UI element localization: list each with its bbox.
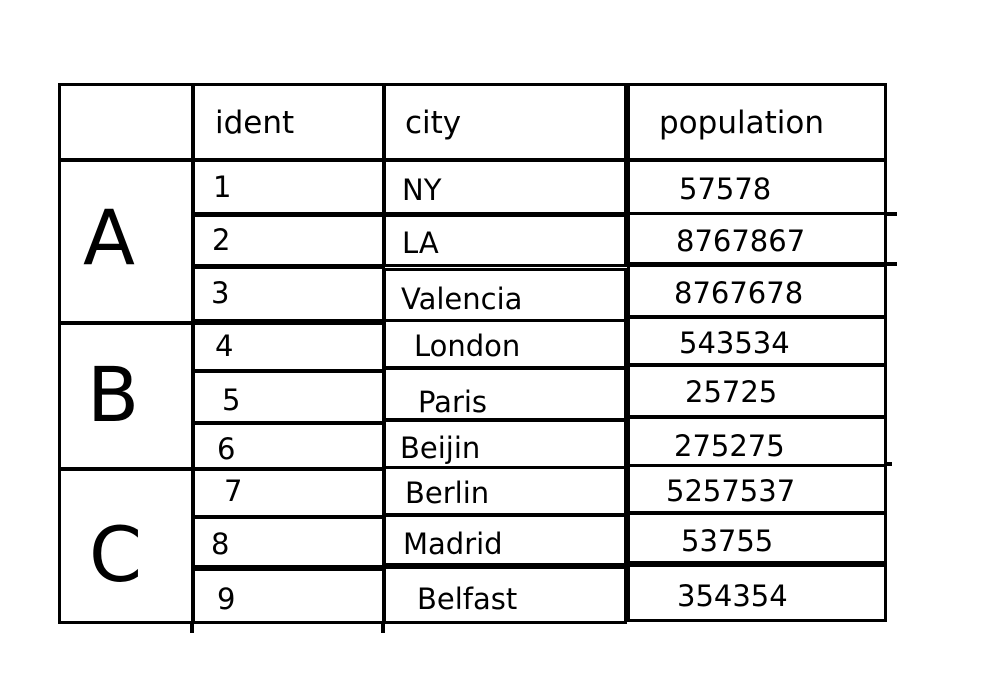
cell-city: Valencia	[401, 282, 523, 316]
cell-population: 57578	[679, 172, 772, 206]
table-row-6-population: 275275	[627, 416, 887, 470]
header-cell-ident: ident	[192, 83, 385, 161]
cell-population: 8767678	[674, 276, 804, 310]
table-row-1-city: NY	[383, 159, 627, 215]
border-overhang-bottom-2	[381, 621, 385, 633]
table-row-6-ident: 6	[192, 422, 385, 470]
group-label-a: A	[83, 193, 135, 282]
table-row-2-city: LA	[383, 214, 627, 267]
header-cell-group	[58, 83, 194, 161]
group-cell-b: B	[58, 322, 194, 470]
table-row-5-population: 25725	[627, 364, 887, 418]
table-row-3-city: Valencia	[383, 268, 627, 322]
table-row-8-city: Madrid	[383, 514, 627, 566]
header-cell-population: population	[627, 83, 887, 161]
cell-ident: 3	[211, 276, 230, 310]
cell-population: 8767867	[676, 224, 806, 258]
cell-ident: 2	[212, 223, 231, 257]
cell-city: London	[414, 329, 521, 363]
table-row-2-ident: 2	[192, 214, 385, 267]
cell-population: 25725	[685, 375, 778, 409]
table-row-7-ident: 7	[192, 468, 385, 518]
header-cell-city: city	[383, 83, 627, 161]
table-row-8-ident: 8	[192, 516, 385, 568]
cell-city: LA	[402, 226, 439, 260]
table-row-3-population: 8767678	[627, 264, 887, 318]
cell-population: 275275	[674, 429, 785, 463]
table-row-9-ident: 9	[192, 568, 385, 624]
group-cell-c: C	[58, 468, 194, 624]
table-row-4-city: London	[383, 319, 627, 369]
table-row-7-city: Berlin	[383, 466, 627, 516]
cell-ident: 8	[211, 527, 230, 561]
cell-ident: 1	[213, 170, 232, 204]
cell-ident: 5	[222, 383, 241, 417]
table-row-5-city: Paris	[383, 367, 627, 421]
border-overhang-right-3	[884, 462, 892, 466]
cell-city: Berlin	[405, 476, 490, 510]
cell-ident: 6	[217, 432, 236, 466]
table-row-2-population: 8767867	[627, 212, 887, 265]
cell-city: Beijin	[400, 431, 481, 465]
cell-city: Paris	[418, 385, 488, 419]
table-row-5-ident: 5	[192, 370, 385, 424]
cell-population: 354354	[677, 579, 788, 613]
group-label-b: B	[87, 350, 140, 439]
group-cell-a: A	[58, 159, 194, 324]
cell-city: NY	[402, 173, 442, 207]
table-row-4-population: 543534	[627, 316, 887, 366]
cell-population: 53755	[681, 524, 774, 558]
table-row-9-population: 354354	[627, 564, 887, 622]
table-row-8-population: 53755	[627, 512, 887, 564]
table-row-9-city: Belfast	[383, 566, 627, 624]
header-label-city: city	[405, 105, 462, 141]
cell-city: Belfast	[417, 582, 518, 616]
table-row-4-ident: 4	[192, 322, 385, 372]
table-row-3-ident: 3	[192, 266, 385, 322]
cell-population: 543534	[679, 326, 790, 360]
cell-ident: 7	[224, 474, 243, 508]
cell-ident: 4	[215, 329, 234, 363]
border-overhang-right-2	[884, 262, 897, 266]
header-label-population: population	[659, 105, 824, 141]
table-row-6-city: Beijin	[383, 419, 627, 470]
table-row-1-ident: 1	[192, 159, 385, 215]
border-overhang-bottom-1	[190, 621, 194, 633]
cell-population: 5257537	[666, 474, 796, 508]
cell-city: Madrid	[403, 527, 503, 561]
header-label-ident: ident	[215, 105, 295, 141]
table-row-1-population: 57578	[627, 159, 887, 215]
table-row-7-population: 5257537	[627, 464, 887, 514]
grouped-data-table: ident city population A B C 1 NY 57578 2…	[58, 83, 897, 633]
border-overhang-right-1	[884, 212, 897, 216]
group-label-c: C	[89, 510, 143, 599]
cell-ident: 9	[217, 582, 236, 616]
